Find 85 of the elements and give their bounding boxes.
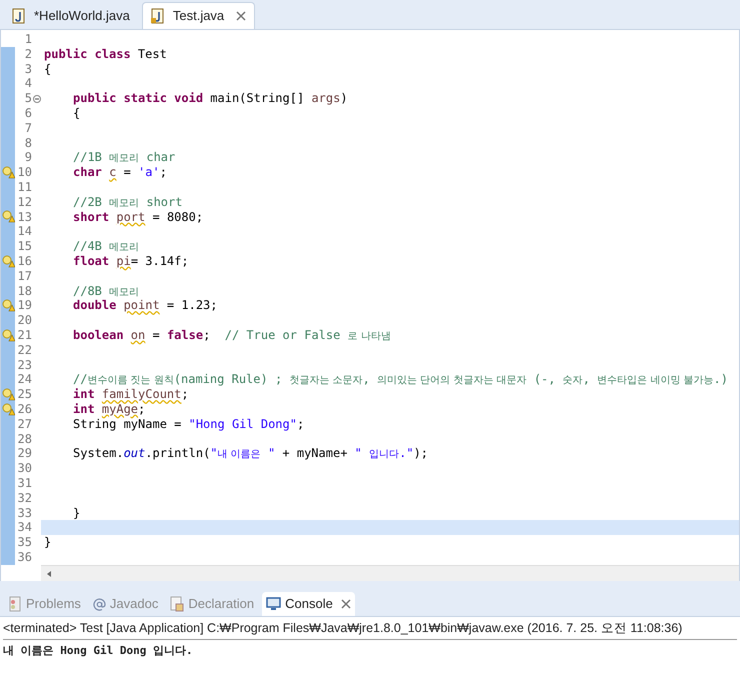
line-number: 32 [16,490,32,506]
editor-tab[interactable]: *HelloWorld.java [4,2,138,29]
tab-label: Declaration [188,595,254,614]
warning-bulb-icon[interactable] [2,388,14,402]
code-text: { [44,62,52,76]
tab-label: Test.java [172,7,224,26]
line-number: 14 [16,224,32,240]
tab-label: Javadoc [110,595,158,614]
code-text: short port = 8080; [73,210,204,224]
line-number: 36 [16,550,32,565]
problems-icon [8,596,22,612]
code-text: //8B 메모리 [73,284,140,298]
scroll-left-icon[interactable] [45,570,53,578]
warning-bulb-icon[interactable] [2,328,14,342]
code-text: //1B 메모리 char [73,150,176,166]
code-text: } [44,535,52,550]
code-text: double point = 1.23; [73,298,218,314]
code-text: int myAge; [73,402,146,417]
panel-tab[interactable]: Console [262,592,355,616]
line-number: 25 [16,387,32,402]
warning-bulb-icon[interactable] [2,299,14,312]
code-text: //4B 메모리 [73,239,140,254]
editor-tab[interactable]: Test.java [142,2,256,29]
collapse-icon[interactable] [33,94,41,103]
declaration-icon [170,596,184,612]
code-text: public static void main(String[] args) [73,91,348,106]
line-number: 23 [16,358,32,372]
line-number: 34 [16,520,32,536]
line-number: 18 [16,284,32,298]
line-number: 8 [24,136,32,150]
line-number: 15 [16,239,32,254]
line-number: 6 [24,106,32,121]
horizontal-scrollbar[interactable] [41,565,739,581]
line-number: 17 [16,268,32,284]
line-number: 33 [16,506,32,520]
line-number: 24 [16,372,32,388]
tab-label: *HelloWorld.java [34,6,130,25]
line-number: 27 [16,416,32,432]
warning-bulb-icon[interactable] [2,402,14,416]
code-text: { [73,106,80,121]
code-text: //2B 메모리 short [73,194,182,210]
tab-label: Console [285,595,333,614]
tab-label: Problems [26,595,81,614]
line-number: 31 [16,476,32,491]
line-number: 19 [16,298,32,314]
line-number: 2 [24,46,32,62]
line-number: 29 [16,446,32,462]
code-text: float pi= 3.14f; [73,254,189,269]
close-icon[interactable] [340,599,351,609]
line-number: 20 [16,313,32,328]
line-number: 5 [24,91,32,106]
code-text: String myName = "Hong Gil Dong"; [73,416,304,432]
code-text: public class Test [44,46,167,62]
warning-bulb-icon[interactable] [2,210,14,224]
line-number: 1 [24,32,32,47]
java-file-icon [150,8,165,24]
code-text: char c = 'a'; [73,165,167,180]
code-text: boolean on = false; // True or False 로 나타냄 [73,328,391,343]
code-text: } [73,506,80,520]
line-number: 13 [16,210,32,224]
line-number: 3 [24,62,32,76]
line-number: 26 [16,402,32,417]
line-number: 11 [16,180,32,195]
console-header: <terminated> Test [Java Application] C:₩Program Files₩Java₩jre1.8.0_101₩bin₩javaw.exe (2016. 7. 25. 오전 11:08:36) [3,619,737,640]
line-number: 22 [16,342,32,358]
line-number: 10 [16,165,32,180]
code-text: System.out.println("내 이름은 " + myName+ " 입니다."); [73,446,428,462]
code-text: //변수이름 짓는 원칙(naming Rule) ; 첫글자는 소문자, 의미있는 단어의 첫글자는 대문자 (-, 숫자, 변수타입은 네이밍 불가능.) [73,372,728,388]
line-number: 4 [24,76,32,92]
line-number: 7 [24,120,32,136]
warning-bulb-icon[interactable] [2,166,14,180]
line-number: 30 [16,461,32,476]
at-sign-icon [92,598,106,610]
line-number: 21 [16,328,32,343]
java-file-icon [12,8,26,24]
close-icon[interactable] [236,11,246,21]
console-output: 내 이름은 Hong Gil Dong 입니다. [3,642,194,659]
line-number: 35 [16,535,32,550]
monitor-icon [266,597,282,611]
line-number: 9 [24,150,32,166]
line-number: 16 [16,254,32,269]
code-text: int familyCount; [73,387,189,402]
warning-bulb-icon[interactable] [2,254,14,268]
line-number: 12 [16,194,32,210]
line-number: 28 [16,432,32,446]
